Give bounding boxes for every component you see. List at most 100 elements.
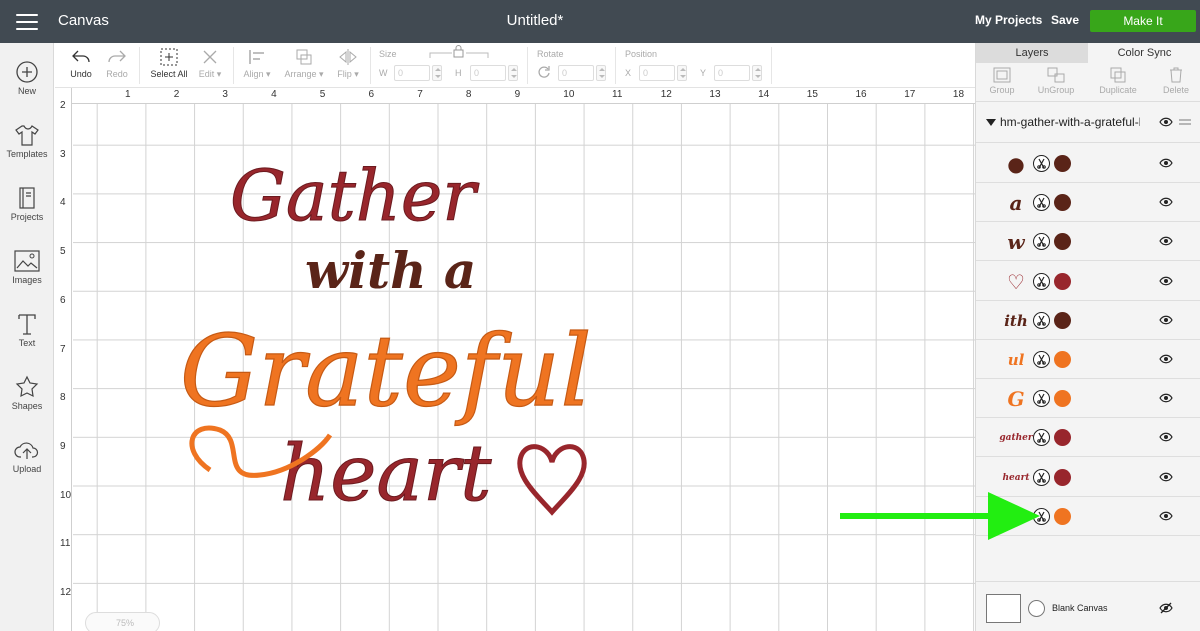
blank-canvas-row[interactable]: Blank Canvas — [976, 581, 1200, 631]
design-word-grateful[interactable]: Grateful — [179, 314, 592, 429]
sidebar-item-label: Shapes — [11, 401, 43, 411]
save-button[interactable]: Save — [1051, 13, 1079, 27]
duplicate-button[interactable]: Duplicate — [1092, 67, 1144, 95]
eye-icon[interactable] — [1159, 158, 1173, 168]
collapse-triangle-icon[interactable] — [986, 119, 996, 126]
make-it-button[interactable]: Make It — [1090, 10, 1196, 32]
sidebar-item-shapes[interactable]: Shapes — [0, 375, 54, 411]
layer-row[interactable]: ♡ — [976, 261, 1200, 301]
layer-color-swatch[interactable] — [1054, 233, 1071, 251]
sidebar-item-projects[interactable]: Projects — [0, 186, 54, 222]
redo-button[interactable]: Redo — [103, 48, 131, 79]
layer-color-swatch[interactable] — [1054, 194, 1071, 212]
x-stepper[interactable] — [677, 65, 687, 81]
x-input[interactable]: 0 — [639, 65, 675, 81]
arrange-menu-button[interactable]: Arrange ▾ — [281, 48, 327, 80]
cut-operation-icon[interactable] — [1033, 155, 1050, 172]
group-icon — [993, 67, 1011, 83]
document-title[interactable]: Untitled* — [0, 12, 1070, 29]
cut-operation-icon[interactable] — [1033, 311, 1050, 329]
eye-icon[interactable] — [1159, 315, 1173, 325]
eye-icon[interactable] — [1159, 511, 1173, 521]
select-all-button[interactable]: Select All — [149, 48, 189, 79]
design-word-heart[interactable]: heart — [280, 429, 493, 520]
layer-row[interactable]: ● — [976, 144, 1200, 183]
y-stepper[interactable] — [752, 65, 762, 81]
eye-icon[interactable] — [1159, 393, 1173, 403]
ruler-top-number: 8 — [465, 89, 472, 100]
design-word-gather[interactable]: Gather — [230, 155, 480, 238]
ungroup-button[interactable]: UnGroup — [1030, 67, 1082, 95]
cut-operation-icon[interactable] — [1033, 468, 1050, 486]
layer-color-swatch[interactable] — [1054, 272, 1071, 290]
drag-handle-icon[interactable] — [1179, 119, 1191, 125]
my-projects-link[interactable]: My Projects — [975, 13, 1042, 27]
toolbar-divider — [527, 47, 528, 84]
eye-icon[interactable] — [1159, 472, 1173, 482]
eye-icon[interactable] — [1159, 432, 1173, 442]
zoom-control[interactable]: 75% — [85, 612, 160, 631]
design-heart[interactable] — [517, 444, 587, 516]
edit-menu-button[interactable]: Edit ▾ — [193, 48, 227, 80]
layer-row[interactable]: gather — [976, 418, 1200, 458]
ruler-top-number: 16 — [855, 89, 867, 100]
align-label: Align — [243, 69, 264, 79]
width-stepper[interactable] — [432, 65, 442, 81]
group-button[interactable]: Group — [976, 67, 1028, 95]
layer-color-swatch[interactable] — [1054, 507, 1071, 525]
sidebar-item-upload[interactable]: Upload — [0, 438, 54, 474]
sidebar-item-images[interactable]: Images — [0, 249, 54, 285]
height-input[interactable]: 0 — [470, 65, 506, 81]
layer-group-row[interactable]: hm-gather-with-a-grateful-heart — [976, 101, 1200, 143]
layer-color-swatch[interactable] — [1054, 468, 1071, 486]
layer-color-swatch[interactable] — [1054, 429, 1071, 447]
cut-operation-icon[interactable] — [1033, 351, 1050, 368]
align-menu-button[interactable]: Align ▾ — [239, 48, 275, 80]
layer-color-swatch[interactable] — [1054, 311, 1071, 329]
cut-operation-icon[interactable] — [1033, 194, 1050, 212]
eye-icon[interactable] — [1159, 197, 1173, 207]
cut-operation-icon[interactable] — [1033, 233, 1050, 251]
ungroup-icon — [1047, 67, 1065, 83]
eye-icon[interactable] — [1159, 276, 1173, 286]
tab-layers[interactable]: Layers — [976, 43, 1088, 63]
flip-menu-button[interactable]: Flip ▾ — [333, 48, 363, 80]
layer-color-swatch[interactable] — [1054, 351, 1071, 368]
y-input[interactable]: 0 — [714, 65, 750, 81]
tab-color-sync[interactable]: Color Sync — [1088, 43, 1200, 63]
undo-label: Undo — [70, 69, 92, 79]
layer-row[interactable]: ith — [976, 300, 1200, 340]
layer-row[interactable]: w — [976, 222, 1200, 262]
ruler-top-number: 18 — [952, 89, 965, 100]
layer-color-swatch[interactable] — [1054, 155, 1071, 172]
design-word-with-a[interactable]: with a — [305, 241, 476, 300]
layer-row[interactable]: ul — [976, 340, 1200, 379]
book-icon — [19, 187, 35, 209]
layer-row[interactable]: a — [976, 183, 1200, 223]
edit-label: Edit — [198, 69, 215, 79]
delete-button[interactable]: Delete — [1150, 67, 1200, 95]
sidebar-item-new[interactable]: New — [0, 60, 54, 96]
cut-operation-icon[interactable] — [1033, 272, 1050, 290]
flip-icon — [339, 49, 357, 65]
gather-with-a-grateful-heart-design[interactable]: Gather with a Grateful heart — [170, 150, 640, 550]
eye-icon[interactable] — [1159, 354, 1173, 364]
blank-canvas-color[interactable] — [1028, 600, 1045, 617]
delete-label: Delete — [1162, 85, 1189, 95]
eye-hidden-icon[interactable] — [1159, 602, 1173, 614]
width-input[interactable]: 0 — [394, 65, 430, 81]
rotate-stepper[interactable] — [596, 65, 606, 81]
sidebar-item-templates[interactable]: Templates — [0, 123, 54, 159]
ruler-left-number: 7 — [60, 343, 66, 355]
cut-operation-icon[interactable] — [1033, 390, 1050, 408]
cut-operation-icon[interactable] — [1033, 429, 1050, 447]
layer-color-swatch[interactable] — [1054, 390, 1071, 408]
lock-icon[interactable] — [429, 45, 489, 59]
eye-icon[interactable] — [1159, 236, 1173, 246]
rotate-input[interactable]: 0 — [558, 65, 594, 81]
layer-row[interactable]: G — [976, 379, 1200, 419]
sidebar-item-text[interactable]: Text — [0, 312, 54, 348]
height-stepper[interactable] — [508, 65, 518, 81]
eye-icon[interactable] — [1159, 117, 1173, 127]
undo-button[interactable]: Undo — [67, 48, 95, 79]
